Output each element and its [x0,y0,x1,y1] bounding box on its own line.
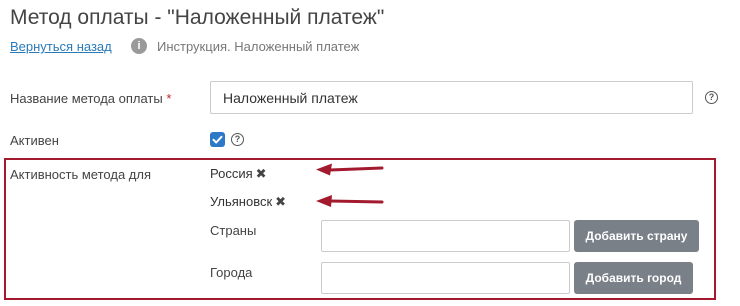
close-icon[interactable]: ✖ [256,166,267,182]
tag-country: Россия ✖ [210,166,267,182]
activity-label: Активность метода для [10,167,152,182]
info-icon: i [131,38,147,54]
page-title: Метод оплаты - "Наложенный платеж" [10,6,385,29]
add-city-button[interactable]: Добавить город [574,262,693,294]
checkmark-icon [212,135,223,144]
name-label-text: Название метода оплаты [10,91,163,106]
add-country-button[interactable]: Добавить страну [574,220,699,252]
instruction-text: Инструкция. Наложенный платеж [157,39,360,54]
arrow-left-icon [316,163,384,176]
name-label: Название метода оплаты * [10,91,171,106]
countries-input[interactable] [321,220,570,252]
active-help-icon[interactable]: ? [231,133,244,146]
name-help-icon[interactable]: ? [705,91,718,104]
method-name-input[interactable] [210,81,693,114]
required-mark: * [166,91,172,106]
tag-city-text: Ульяновск [210,194,273,209]
cities-input[interactable] [321,262,570,294]
tag-city: Ульяновск ✖ [210,194,286,210]
tag-country-text: Россия [210,166,253,181]
cities-label: Города [210,265,253,280]
active-label: Активен [10,133,59,148]
countries-label: Страны [210,223,257,238]
close-icon[interactable]: ✖ [275,194,286,210]
active-checkbox[interactable] [210,132,225,147]
back-link[interactable]: Вернуться назад [10,39,112,54]
arrow-left-icon [316,195,384,207]
